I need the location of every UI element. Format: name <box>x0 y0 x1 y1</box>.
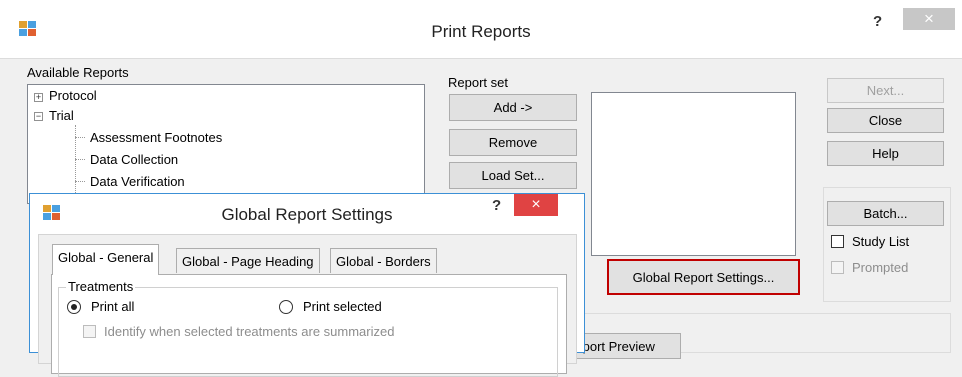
dialog-body: Global - General Global - Page Heading G… <box>38 234 577 377</box>
tree-item-data-verification[interactable]: Data Verification <box>90 174 185 189</box>
prompted-label: Prompted <box>852 260 909 275</box>
tree-line <box>75 159 85 160</box>
window-title: Print Reports <box>431 22 531 41</box>
help-icon[interactable]: ? <box>873 13 882 30</box>
tree-item-assessment-footnotes[interactable]: Assessment Footnotes <box>90 130 222 145</box>
treatments-label: Treatments <box>66 279 136 294</box>
tree-line <box>75 181 85 182</box>
global-report-settings-button[interactable]: Global Report Settings... <box>607 259 800 295</box>
report-set-label: Report set <box>448 75 508 90</box>
print-selected-radio[interactable] <box>279 300 293 314</box>
close-button[interactable]: Close <box>827 108 944 133</box>
expand-icon[interactable]: + <box>34 93 43 102</box>
prompted-checkbox[interactable] <box>831 261 844 274</box>
collapse-icon[interactable]: − <box>34 112 43 121</box>
global-report-settings-dialog: Global Report Settings ? × Global - Gene… <box>29 193 585 377</box>
batch-button[interactable]: Batch... <box>827 201 944 226</box>
identify-summarized-label: Identify when selected treatments are su… <box>104 324 395 339</box>
study-list-label: Study List <box>852 234 910 249</box>
add-button[interactable]: Add -> <box>449 94 577 121</box>
dialog-titlebar: Global Report Settings ? × <box>30 194 584 234</box>
tree-line <box>75 137 85 138</box>
print-all-label: Print all <box>91 299 135 314</box>
window-close-button[interactable]: × <box>903 8 955 30</box>
available-reports-tree[interactable]: + Protocol − Trial Assessment Footnotes … <box>27 84 425 217</box>
print-all-radio[interactable] <box>67 300 81 314</box>
radio-selected-dot <box>71 304 77 310</box>
identify-summarized-checkbox[interactable] <box>83 325 96 338</box>
tab-global-general[interactable]: Global - General <box>52 244 160 275</box>
tree-item-protocol[interactable]: Protocol <box>49 88 97 103</box>
print-selected-label: Print selected <box>303 299 382 314</box>
tab-global-borders[interactable]: Global - Borders <box>330 248 437 273</box>
remove-button[interactable]: Remove <box>449 129 577 156</box>
load-set-button[interactable]: Load Set... <box>449 162 577 189</box>
dialog-help-icon[interactable]: ? <box>492 197 501 214</box>
global-report-settings-label: Global Report Settings... <box>632 269 775 285</box>
tree-item-trial[interactable]: Trial <box>49 108 74 123</box>
tab-panel-general: Treatments Print all Print selected Iden… <box>51 274 567 377</box>
available-reports-label: Available Reports <box>27 65 129 80</box>
report-set-list[interactable] <box>591 92 796 256</box>
tree-item-data-collection[interactable]: Data Collection <box>90 152 178 167</box>
next-button[interactable]: Next... <box>827 78 944 103</box>
dialog-close-button[interactable]: × <box>514 194 558 216</box>
main-titlebar: Print Reports ? × <box>0 0 962 59</box>
help-button[interactable]: Help <box>827 141 944 166</box>
tab-global-page-heading[interactable]: Global - Page Heading <box>176 248 320 273</box>
study-list-checkbox[interactable] <box>831 235 844 248</box>
